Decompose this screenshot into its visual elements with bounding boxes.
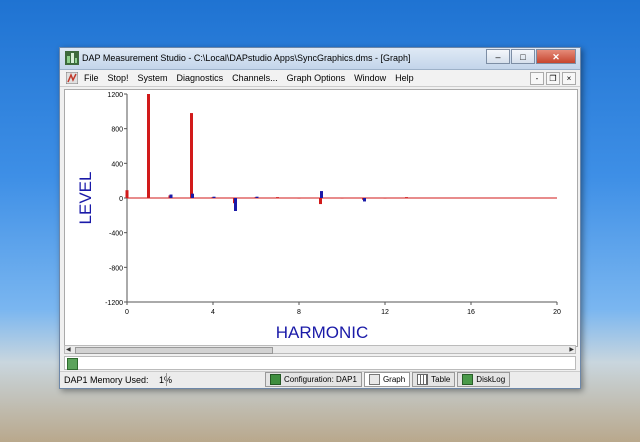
status-divider: [166, 373, 167, 386]
close-button[interactable]: ✕: [536, 49, 576, 64]
configuration-icon: [270, 374, 281, 385]
series-blue-bar: [255, 196, 259, 198]
horizontal-scrollbar[interactable]: ◀ ▶: [64, 345, 576, 354]
y-tick-label: -1200: [105, 300, 123, 307]
y-tick-label: 800: [111, 127, 123, 134]
y-tick-label: 400: [111, 161, 123, 168]
harmonic-chart: 1200 800 400 0 -400 -800 -1200 0 4 8 12 16 20 LEVEL HA…: [64, 89, 578, 347]
tab-disklog[interactable]: DiskLog: [457, 372, 511, 387]
x-tick-label: 12: [381, 309, 389, 316]
series-blue-bar: [320, 191, 323, 198]
menu-help[interactable]: Help: [395, 73, 414, 83]
graph-icon: [368, 374, 380, 385]
x-tick-label: 16: [467, 309, 475, 316]
series-red-bar: [297, 197, 301, 199]
menu-window[interactable]: Window: [354, 73, 386, 83]
x-tick-label: 4: [211, 309, 215, 316]
series-blue-bar: [191, 193, 194, 198]
app-window: DAP Measurement Studio - C:\Local\DAPstu…: [59, 47, 581, 389]
table-icon: [417, 374, 429, 385]
view-tabs: Configuration: DAP1 Graph Table DiskLog: [265, 372, 512, 387]
tab-graph[interactable]: Graph: [363, 372, 411, 387]
series-red-bar: [125, 190, 129, 198]
x-tick-label: 20: [553, 309, 561, 316]
series-blue-bar: [234, 198, 237, 211]
app-icon: [65, 51, 79, 65]
minimize-button[interactable]: –: [486, 49, 510, 64]
x-axis-label: HARMONIC: [276, 323, 369, 342]
series-blue-bar: [169, 194, 173, 198]
y-tick-label: 0: [119, 196, 123, 203]
series-red-bar: [190, 113, 193, 198]
series-red-bar: [405, 197, 408, 199]
series-red-bar: [276, 197, 279, 199]
menu-diagnostics[interactable]: Diagnostics: [177, 73, 224, 83]
y-tick-label: -400: [109, 231, 123, 238]
status-bar: DAP1 Memory Used: 1% Configuration: DAP1…: [60, 371, 580, 388]
series-blue-bar: [212, 196, 216, 198]
tab-configuration[interactable]: Configuration: DAP1: [265, 372, 362, 387]
series-red-bar: [340, 197, 344, 199]
menu-bar: File Stop! System Diagnostics Channels..…: [60, 70, 580, 87]
series-blue-bar: [363, 198, 366, 202]
mdi-restore-button[interactable]: ❐: [546, 72, 560, 85]
disklog-icon: [462, 374, 474, 385]
y-tick-label: -800: [109, 265, 123, 272]
window-title: DAP Measurement Studio - C:\Local\DAPstu…: [82, 53, 411, 63]
scrollbar-thumb[interactable]: [75, 347, 273, 354]
graph-window-icon[interactable]: [66, 72, 78, 84]
memory-status: DAP1 Memory Used: 1%: [64, 375, 172, 385]
maximize-button[interactable]: □: [511, 49, 535, 64]
menu-file[interactable]: File: [84, 73, 99, 83]
series-red-bar: [319, 198, 322, 205]
command-icon: [67, 358, 78, 370]
x-tick-label: 0: [125, 309, 129, 316]
menu-system[interactable]: System: [138, 73, 168, 83]
menu-stop[interactable]: Stop!: [108, 73, 129, 83]
scroll-right-arrow-icon[interactable]: ▶: [569, 346, 574, 353]
scroll-left-arrow-icon[interactable]: ◀: [66, 346, 71, 353]
menu-graph-options[interactable]: Graph Options: [287, 73, 346, 83]
series-red-bar: [147, 94, 150, 198]
chart-svg: 12008004000-400-800-12000 4 8 12 16 20LEVELHA…: [76, 92, 561, 342]
tab-table[interactable]: Table: [412, 372, 456, 387]
menu-channels[interactable]: Channels...: [232, 73, 278, 83]
title-bar[interactable]: DAP Measurement Studio - C:\Local\DAPstu…: [60, 48, 580, 70]
mdi-close-button[interactable]: ×: [562, 72, 576, 85]
y-tick-label: 1200: [107, 92, 123, 99]
y-axis-label: LEVEL: [76, 172, 95, 225]
mdi-minimize-button[interactable]: -: [530, 72, 544, 85]
x-tick-label: 8: [297, 309, 301, 316]
command-line[interactable]: [64, 356, 576, 370]
series-red-bar: [383, 197, 387, 199]
memory-label: DAP1 Memory Used:: [64, 375, 149, 385]
